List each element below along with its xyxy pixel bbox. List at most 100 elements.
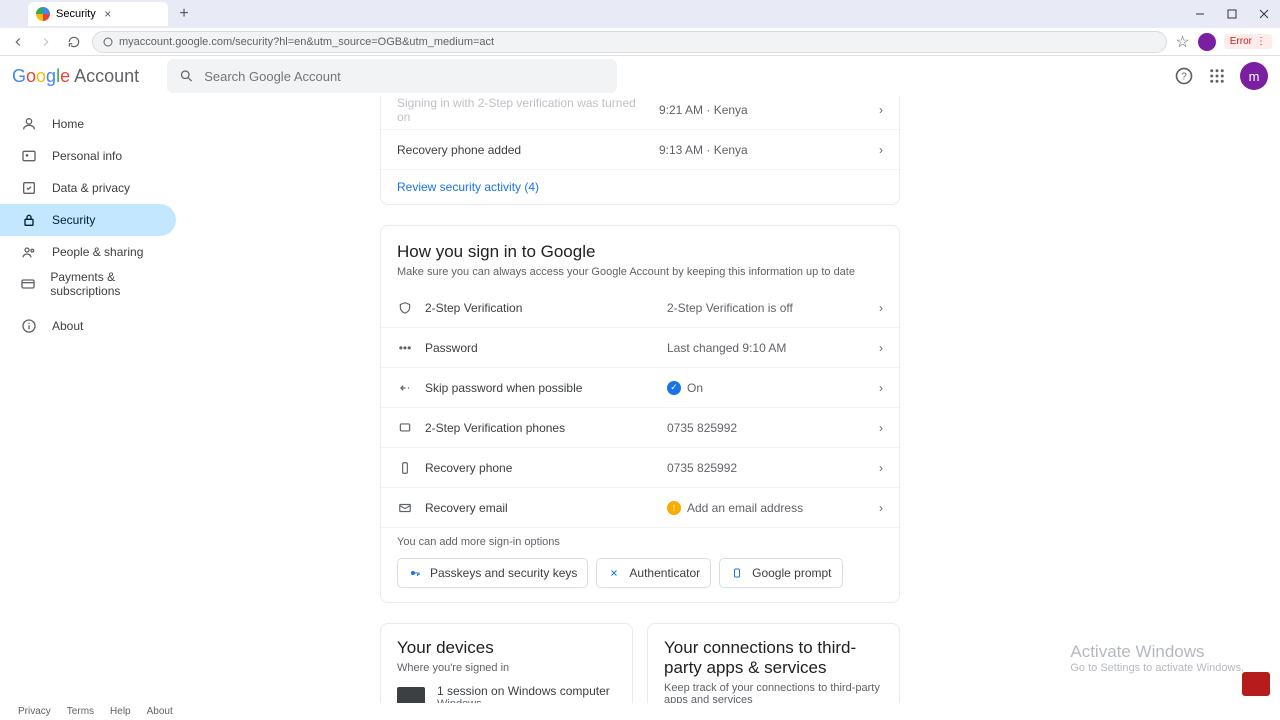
review-activity-link[interactable]: Review security activity (4) xyxy=(381,170,899,204)
sidebar-item-about[interactable]: About xyxy=(0,310,176,342)
devices-card: Your devices Where you're signed in 1 se… xyxy=(380,623,633,703)
bookmark-icon[interactable]: ☆ xyxy=(1175,32,1189,52)
lock-icon xyxy=(20,212,38,228)
footer: Privacy Terms Help About xyxy=(0,703,300,720)
help-icon[interactable]: ? xyxy=(1174,66,1194,86)
signin-row-2sv-phones[interactable]: 2-Step Verification phones 0735 825992 › xyxy=(381,408,899,448)
section-title: How you sign in to Google xyxy=(381,226,899,266)
tray-app-icon[interactable] xyxy=(1242,672,1270,696)
signin-row-label: Recovery email xyxy=(425,501,655,515)
browser-tab[interactable]: Security × xyxy=(28,2,168,26)
sidebar-item-home[interactable]: Home xyxy=(0,108,176,140)
maximize-button[interactable] xyxy=(1216,0,1248,28)
chevron-right-icon: › xyxy=(879,421,883,435)
signin-row-skip-password[interactable]: Skip password when possible ✓On › xyxy=(381,368,899,408)
privacy-icon xyxy=(20,180,38,196)
footer-help-link[interactable]: Help xyxy=(110,706,131,717)
windows-activation-watermark: Activate Windows Go to Settings to activ… xyxy=(1070,642,1244,674)
chevron-right-icon: › xyxy=(879,103,883,117)
sidebar-item-data-privacy[interactable]: Data & privacy xyxy=(0,172,176,204)
skip-password-icon xyxy=(397,381,413,395)
sidebar-item-security[interactable]: Security xyxy=(0,204,176,236)
signin-card: How you sign in to Google Make sure you … xyxy=(380,225,900,603)
apps-icon[interactable] xyxy=(1208,67,1226,85)
sms-icon xyxy=(397,421,413,435)
chevron-right-icon: › xyxy=(879,143,883,157)
close-tab-icon[interactable]: × xyxy=(102,8,114,20)
chip-passkeys[interactable]: Passkeys and security keys xyxy=(397,558,588,588)
chip-google-prompt[interactable]: Google prompt xyxy=(719,558,842,588)
card-icon xyxy=(20,276,36,292)
error-pill[interactable]: Error ⋮ xyxy=(1224,34,1272,49)
device-session-row: 1 session on Windows computer Windows xyxy=(397,684,616,703)
signin-row-status: 0735 825992 xyxy=(667,421,867,435)
connections-card: Your connections to third-party apps & s… xyxy=(647,623,900,703)
chip-label: Passkeys and security keys xyxy=(430,566,577,580)
new-tab-button[interactable]: + xyxy=(174,4,194,24)
footer-privacy-link[interactable]: Privacy xyxy=(18,706,51,717)
svg-text:?: ? xyxy=(1181,71,1187,82)
section-subtitle: Make sure you can always access your Goo… xyxy=(381,266,899,288)
sidebar-item-people-sharing[interactable]: People & sharing xyxy=(0,236,176,268)
signin-row-recovery-phone[interactable]: Recovery phone 0735 825992 › xyxy=(381,448,899,488)
signin-row-label: Skip password when possible xyxy=(425,381,655,395)
activity-meta: 9:13 AM · Kenya xyxy=(659,143,867,157)
url-text: myaccount.google.com/security?hl=en&utm_… xyxy=(119,36,494,48)
back-button[interactable] xyxy=(8,32,28,52)
chevron-right-icon: › xyxy=(879,501,883,515)
sidebar-item-personal-info[interactable]: Personal info xyxy=(0,140,176,172)
main-content[interactable]: Signing in with 2-Step verification was … xyxy=(190,96,1280,703)
session-text: 1 session on Windows computer xyxy=(437,684,610,698)
signin-row-2sv[interactable]: 2-Step Verification 2-Step Verification … xyxy=(381,288,899,328)
shield-icon xyxy=(397,301,413,315)
tab-title: Security xyxy=(56,8,96,20)
phone-icon xyxy=(397,461,413,475)
footer-about-link[interactable]: About xyxy=(147,706,173,717)
footer-terms-link[interactable]: Terms xyxy=(67,706,94,717)
activity-row[interactable]: Recovery phone added 9:13 AM · Kenya › xyxy=(381,130,899,170)
chevron-right-icon: › xyxy=(879,341,883,355)
forward-button[interactable] xyxy=(36,32,56,52)
browser-profile-icon[interactable] xyxy=(1198,33,1216,51)
devices-subtitle: Where you're signed in xyxy=(397,662,616,674)
authenticator-icon xyxy=(607,566,621,580)
session-os: Windows xyxy=(437,698,610,703)
close-window-button[interactable] xyxy=(1248,0,1280,28)
connections-title: Your connections to third-party apps & s… xyxy=(664,638,883,678)
search-box[interactable] xyxy=(167,59,617,93)
signin-row-label: Password xyxy=(425,341,655,355)
sidebar: Home Personal info Data & privacy Securi… xyxy=(0,96,190,703)
activity-text: Recovery phone added xyxy=(397,143,647,157)
chevron-right-icon: › xyxy=(879,381,883,395)
activity-text: Signing in with 2-Step verification was … xyxy=(397,96,647,124)
people-icon xyxy=(20,244,38,260)
chip-label: Authenticator xyxy=(629,566,700,580)
site-info-icon xyxy=(103,37,113,47)
signin-row-recovery-email[interactable]: Recovery email !Add an email address › xyxy=(381,488,899,528)
minimize-button[interactable] xyxy=(1184,0,1216,28)
account-avatar[interactable]: m xyxy=(1240,62,1268,90)
activity-row[interactable]: Signing in with 2-Step verification was … xyxy=(381,96,899,130)
connections-subtitle: Keep track of your connections to third-… xyxy=(664,682,883,703)
sidebar-item-label: Home xyxy=(52,117,84,131)
search-input[interactable] xyxy=(204,69,605,84)
reload-button[interactable] xyxy=(64,32,84,52)
browser-titlebar: Security × + xyxy=(0,0,1280,28)
home-icon xyxy=(20,116,38,132)
sidebar-item-label: About xyxy=(52,319,83,333)
signin-chips: Passkeys and security keys Authenticator… xyxy=(381,558,899,602)
sidebar-item-payments[interactable]: Payments & subscriptions xyxy=(0,268,176,300)
email-icon xyxy=(397,501,413,515)
signin-row-password[interactable]: ••• Password Last changed 9:10 AM › xyxy=(381,328,899,368)
sidebar-item-label: Personal info xyxy=(52,149,122,163)
tab-favicon xyxy=(36,7,50,21)
chip-authenticator[interactable]: Authenticator xyxy=(596,558,711,588)
url-field[interactable]: myaccount.google.com/security?hl=en&utm_… xyxy=(92,31,1167,53)
devices-title: Your devices xyxy=(397,638,616,658)
device-icon xyxy=(397,687,425,703)
sidebar-item-label: People & sharing xyxy=(52,245,143,259)
signin-row-status: 2-Step Verification is off xyxy=(667,301,867,315)
signin-row-label: Recovery phone xyxy=(425,461,655,475)
signin-row-status: ✓On xyxy=(667,381,867,395)
address-bar: myaccount.google.com/security?hl=en&utm_… xyxy=(0,28,1280,56)
